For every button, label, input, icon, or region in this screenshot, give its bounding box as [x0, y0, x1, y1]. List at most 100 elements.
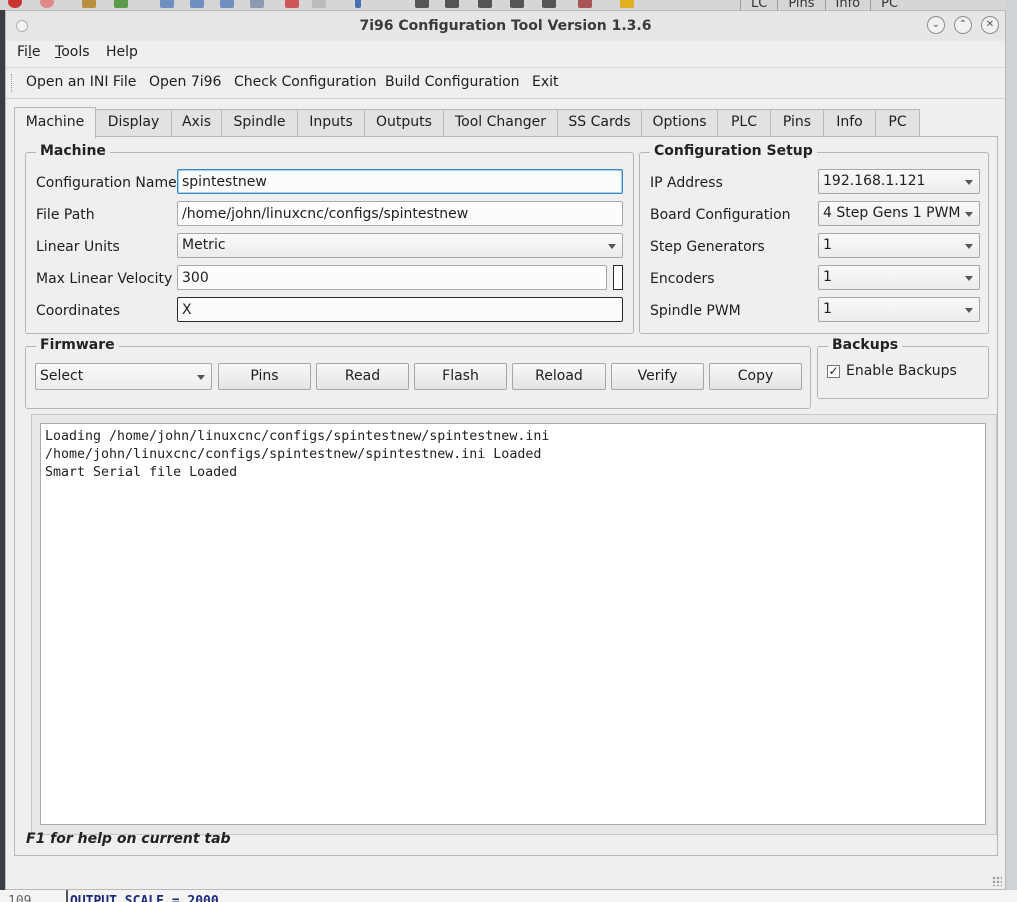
status-bar-text: F1 for help on current tab: [26, 831, 231, 847]
backups-group: Backups ✓ Enable Backups: [817, 337, 989, 399]
tab-ss-cards[interactable]: SS Cards: [557, 109, 642, 136]
chevron-down-icon: [965, 308, 973, 313]
linear-units-select[interactable]: Metric: [177, 233, 623, 258]
background-code-editor: 109 OUTPUT_SCALE = 2000: [0, 890, 1017, 902]
encoders-select[interactable]: 1: [818, 265, 980, 290]
background-tool-icon: [160, 0, 174, 8]
configuration-setup-group: Configuration Setup IP Address 192.168.1…: [639, 143, 989, 334]
ip-address-label: IP Address: [650, 175, 723, 191]
background-app-strip: LC Pins Info PC: [0, 0, 1017, 10]
config-name-input[interactable]: [177, 169, 623, 194]
toolbar: Open an INI File Open 7i96 Check Configu…: [6, 67, 1005, 99]
tab-outputs[interactable]: Outputs: [364, 109, 444, 136]
max-velocity-input[interactable]: [177, 265, 607, 290]
background-tool-icon: [578, 0, 592, 8]
background-tab: Info: [824, 0, 871, 10]
output-line: Loading /home/john/linuxcnc/configs/spin…: [45, 429, 550, 444]
coordinates-input[interactable]: [177, 297, 623, 322]
firmware-read-button[interactable]: Read: [316, 363, 409, 390]
tab-spindle[interactable]: Spindle: [221, 109, 298, 136]
encoders-value: 1: [823, 269, 832, 285]
background-tool-icon: [250, 0, 264, 8]
background-tool-icon: [312, 0, 326, 8]
ip-address-value: 192.168.1.121: [823, 173, 926, 189]
firmware-group-title: Firmware: [36, 337, 119, 353]
enable-backups-checkbox[interactable]: ✓: [827, 365, 840, 378]
menu-file[interactable]: File: [17, 44, 40, 60]
tab-pins[interactable]: Pins: [770, 109, 824, 136]
background-tab: LC: [740, 0, 777, 10]
title-bar[interactable]: 7i96 Configuration Tool Version 1.3.6 ⌄ …: [6, 11, 1005, 41]
tab-tool-changer[interactable]: Tool Changer: [443, 109, 558, 136]
background-tool-icon: [542, 0, 556, 8]
background-tool-icon: [510, 0, 524, 8]
menu-tools[interactable]: Tools: [55, 44, 90, 60]
tab-display[interactable]: Display: [95, 109, 172, 136]
check-configuration-button[interactable]: Check Configuration: [234, 74, 376, 90]
background-tool-icon: [190, 0, 204, 8]
background-tool-icon: [220, 0, 234, 8]
menu-help[interactable]: Help: [106, 44, 138, 60]
chevron-down-icon: [197, 375, 205, 380]
tab-options[interactable]: Options: [641, 109, 718, 136]
toolbar-grip[interactable]: [11, 74, 15, 92]
menu-file-text: Fi: [17, 44, 28, 60]
exit-button[interactable]: Exit: [532, 74, 559, 90]
chevron-down-icon: [965, 180, 973, 185]
tab-info[interactable]: Info: [823, 109, 876, 136]
spindle-pwm-select[interactable]: 1: [818, 297, 980, 322]
board-configuration-select[interactable]: 4 Step Gens 1 PWM: [818, 201, 980, 226]
background-tool-icon: [478, 0, 492, 8]
window-title: 7i96 Configuration Tool Version 1.3.6: [359, 18, 652, 34]
firmware-flash-button[interactable]: Flash: [414, 363, 507, 390]
chevron-down-icon: [965, 244, 973, 249]
step-generators-label: Step Generators: [650, 239, 765, 255]
step-generators-select[interactable]: 1: [818, 233, 980, 258]
open-ini-button[interactable]: Open an INI File: [26, 74, 136, 90]
configuration-setup-title: Configuration Setup: [650, 143, 817, 159]
output-log[interactable]: Loading /home/john/linuxcnc/configs/spin…: [40, 423, 986, 825]
background-tool-icon: [285, 0, 299, 8]
minimize-button[interactable]: ⌄: [927, 16, 945, 34]
build-configuration-button[interactable]: Build Configuration: [385, 74, 520, 90]
main-window: 7i96 Configuration Tool Version 1.3.6 ⌄ …: [5, 10, 1006, 890]
enable-backups-label[interactable]: Enable Backups: [846, 363, 957, 379]
tab-inputs[interactable]: Inputs: [297, 109, 365, 136]
coordinates-label: Coordinates: [36, 303, 121, 319]
chevron-down-icon: [965, 212, 973, 217]
file-path-label: File Path: [36, 207, 95, 223]
ip-address-select[interactable]: 192.168.1.121: [818, 169, 980, 194]
config-name-label: Configuration Name: [36, 175, 177, 191]
firmware-select[interactable]: Select: [35, 363, 212, 390]
background-tab-strip: LC Pins Info PC: [740, 0, 908, 10]
firmware-group: Firmware Select Pins Read Flash Reload V…: [25, 337, 811, 409]
background-stop-icon: [40, 0, 54, 8]
close-button[interactable]: ✕: [981, 16, 999, 34]
firmware-copy-button[interactable]: Copy: [709, 363, 802, 390]
output-line: /home/john/linuxcnc/configs/spintestnew/…: [45, 447, 542, 462]
firmware-verify-button[interactable]: Verify: [611, 363, 704, 390]
linear-units-label: Linear Units: [36, 239, 120, 255]
chevron-down-icon: [965, 276, 973, 281]
open-7i96-button[interactable]: Open 7i96: [149, 74, 221, 90]
tab-machine[interactable]: Machine: [14, 107, 96, 138]
tab-plc[interactable]: PLC: [717, 109, 771, 136]
background-window-edge: [1006, 0, 1017, 902]
background-arrow-icon: [114, 0, 128, 8]
tab-pc[interactable]: PC: [875, 109, 920, 136]
menu-bar: File Tools Help: [6, 41, 1005, 67]
resize-grip-icon[interactable]: [992, 876, 1002, 886]
machine-tab-panel: Machine Configuration Name File Path Lin…: [14, 136, 998, 856]
firmware-pins-button[interactable]: Pins: [218, 363, 311, 390]
spindle-pwm-value: 1: [823, 301, 832, 317]
output-line: Smart Serial file Loaded: [45, 465, 238, 480]
maximize-button[interactable]: ⌃: [954, 16, 972, 34]
firmware-reload-button[interactable]: Reload: [512, 363, 606, 390]
tab-axis[interactable]: Axis: [171, 109, 222, 136]
background-tool-icon: [620, 0, 634, 8]
spindle-pwm-label: Spindle PWM: [650, 303, 741, 319]
file-path-input[interactable]: [177, 201, 623, 226]
machine-group: Machine Configuration Name File Path Lin…: [25, 143, 634, 334]
menu-tools-text: ools: [61, 44, 90, 60]
machine-group-title: Machine: [36, 143, 110, 159]
